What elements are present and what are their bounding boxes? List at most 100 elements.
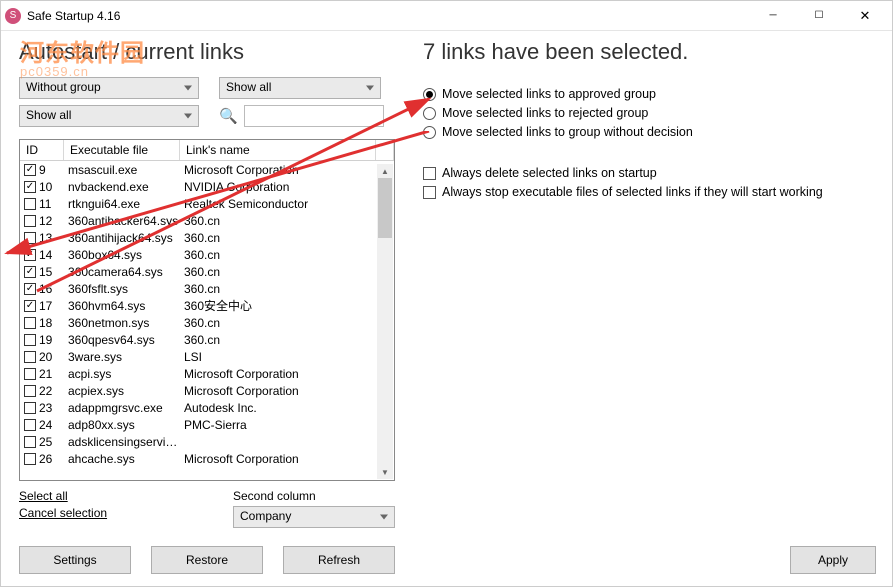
row-link: 360.cn xyxy=(180,282,394,296)
table-body: 9msascuil.exeMicrosoft Corporation 10 nvba… xyxy=(20,161,394,480)
right-panel: 7 links have been selected. Move selecte… xyxy=(411,31,892,586)
second-column-select[interactable]: Company xyxy=(233,506,395,528)
row-checkbox[interactable] xyxy=(24,436,36,448)
row-id: 22 xyxy=(39,384,52,398)
row-link: 360.cn xyxy=(180,316,394,330)
table-row[interactable]: 13360antihijack64.sys360.cn xyxy=(20,229,394,246)
row-exe: 3ware.sys xyxy=(64,350,180,364)
header-id[interactable]: ID xyxy=(20,140,64,160)
row-id: 26 xyxy=(39,452,52,466)
cancel-selection-link[interactable]: Cancel selection xyxy=(19,506,107,520)
table-row[interactable]: 22 acpiex.sysMicrosoft Corporation xyxy=(20,382,394,399)
row-checkbox[interactable] xyxy=(24,419,36,431)
radio-no-decision[interactable]: Move selected links to group without dec… xyxy=(423,125,876,139)
row-id: 21 xyxy=(39,367,52,381)
row-exe: nvbackend.exe xyxy=(64,180,180,194)
table-row[interactable]: 10nvbackend.exeNVIDIA Corporation xyxy=(20,178,394,195)
row-checkbox[interactable] xyxy=(24,334,36,346)
apply-button[interactable]: Apply xyxy=(790,546,876,574)
radio-rejected[interactable]: Move selected links to rejected group xyxy=(423,106,876,120)
checkbox-icon xyxy=(423,186,436,199)
row-id: 15 xyxy=(39,265,52,279)
table-row[interactable]: 25 adsklicensingservice... xyxy=(20,433,394,450)
restore-button[interactable]: Restore xyxy=(151,546,263,574)
checkbox-label: Always stop executable files of selected… xyxy=(442,185,823,199)
table-row[interactable]: 19360qpesv64.sys360.cn xyxy=(20,331,394,348)
radio-icon xyxy=(423,88,436,101)
table-row[interactable]: 16360fsflt.sys360.cn xyxy=(20,280,394,297)
header-link[interactable]: Link's name xyxy=(180,140,376,160)
table-row[interactable]: 24adp80xx.sysPMC-Sierra xyxy=(20,416,394,433)
minimize-button[interactable]: ─ xyxy=(750,1,796,31)
row-link: 360.cn xyxy=(180,265,394,279)
row-exe: 360camera64.sys xyxy=(64,265,180,279)
scrollbar[interactable]: ▲ ▼ xyxy=(377,164,393,479)
row-checkbox[interactable] xyxy=(24,181,36,193)
close-button[interactable]: ✕ xyxy=(842,1,888,31)
table-row[interactable]: 12360antihacker64.sys360.cn xyxy=(20,212,394,229)
row-id: 12 xyxy=(39,214,52,228)
row-exe: acpiex.sys xyxy=(64,384,180,398)
row-checkbox[interactable] xyxy=(24,249,36,261)
row-checkbox[interactable] xyxy=(24,453,36,465)
radio-icon xyxy=(423,126,436,139)
row-link: 360.cn xyxy=(180,231,394,245)
row-checkbox[interactable] xyxy=(24,368,36,380)
row-exe: 360antihijack64.sys xyxy=(64,231,180,245)
links-table: ID Executable file Link's name 9msascuil… xyxy=(19,139,395,481)
radio-approved[interactable]: Move selected links to approved group xyxy=(423,87,876,101)
row-exe: rtkngui64.exe xyxy=(64,197,180,211)
scroll-thumb[interactable] xyxy=(378,178,392,238)
row-checkbox[interactable] xyxy=(24,317,36,329)
row-exe: adsklicensingservice... xyxy=(64,435,180,449)
row-checkbox[interactable] xyxy=(24,283,36,295)
row-checkbox[interactable] xyxy=(24,300,36,312)
row-checkbox[interactable] xyxy=(24,351,36,363)
radio-label: Move selected links to approved group xyxy=(442,87,656,101)
check-delete-startup[interactable]: Always delete selected links on startup xyxy=(423,166,876,180)
row-id: 17 xyxy=(39,299,52,313)
row-link: 360安全中心 xyxy=(180,297,394,314)
row-link: LSI xyxy=(180,350,394,364)
row-checkbox[interactable] xyxy=(24,164,36,176)
row-exe: 360qpesv64.sys xyxy=(64,333,180,347)
table-row[interactable]: 26ahcache.sysMicrosoft Corporation xyxy=(20,450,394,467)
table-row[interactable]: 17360hvm64.sys360安全中心 xyxy=(20,297,394,314)
row-exe: 360antihacker64.sys xyxy=(64,214,180,228)
settings-button[interactable]: Settings xyxy=(19,546,131,574)
row-checkbox[interactable] xyxy=(24,215,36,227)
scroll-down-button[interactable]: ▼ xyxy=(377,465,393,479)
row-checkbox[interactable] xyxy=(24,198,36,210)
table-row[interactable]: 18360netmon.sys360.cn xyxy=(20,314,394,331)
row-checkbox[interactable] xyxy=(24,385,36,397)
table-row[interactable]: 9msascuil.exeMicrosoft Corporation xyxy=(20,161,394,178)
table-row[interactable]: 20 3ware.sysLSI xyxy=(20,348,394,365)
table-row[interactable]: 23adappmgrsvc.exeAutodesk Inc. xyxy=(20,399,394,416)
row-link: Realtek Semiconductor xyxy=(180,197,394,211)
scroll-up-button[interactable]: ▲ xyxy=(377,164,393,178)
row-id: 23 xyxy=(39,401,52,415)
filter-group-select[interactable]: Without group xyxy=(19,77,199,99)
row-link: Autodesk Inc. xyxy=(180,401,394,415)
row-link: Microsoft Corporation xyxy=(180,163,394,177)
row-checkbox[interactable] xyxy=(24,232,36,244)
row-link: Microsoft Corporation xyxy=(180,384,394,398)
row-id: 10 xyxy=(39,180,52,194)
select-all-link[interactable]: Select all xyxy=(19,489,107,503)
search-input[interactable] xyxy=(244,105,384,127)
check-stop-executable[interactable]: Always stop executable files of selected… xyxy=(423,185,876,199)
header-exe[interactable]: Executable file xyxy=(64,140,180,160)
filter-show-select[interactable]: Show all xyxy=(219,77,381,99)
row-id: 20 xyxy=(39,350,52,364)
row-checkbox[interactable] xyxy=(24,266,36,278)
table-row[interactable]: 11rtkngui64.exeRealtek Semiconductor xyxy=(20,195,394,212)
row-id: 25 xyxy=(39,435,52,449)
table-row[interactable]: 21acpi.sysMicrosoft Corporation xyxy=(20,365,394,382)
refresh-button[interactable]: Refresh xyxy=(283,546,395,574)
row-checkbox[interactable] xyxy=(24,402,36,414)
maximize-button[interactable]: ☐ xyxy=(796,1,842,31)
table-row[interactable]: 15 360camera64.sys360.cn xyxy=(20,263,394,280)
table-row[interactable]: 14360box64.sys360.cn xyxy=(20,246,394,263)
filter-show2-select[interactable]: Show all xyxy=(19,105,199,127)
row-exe: 360box64.sys xyxy=(64,248,180,262)
